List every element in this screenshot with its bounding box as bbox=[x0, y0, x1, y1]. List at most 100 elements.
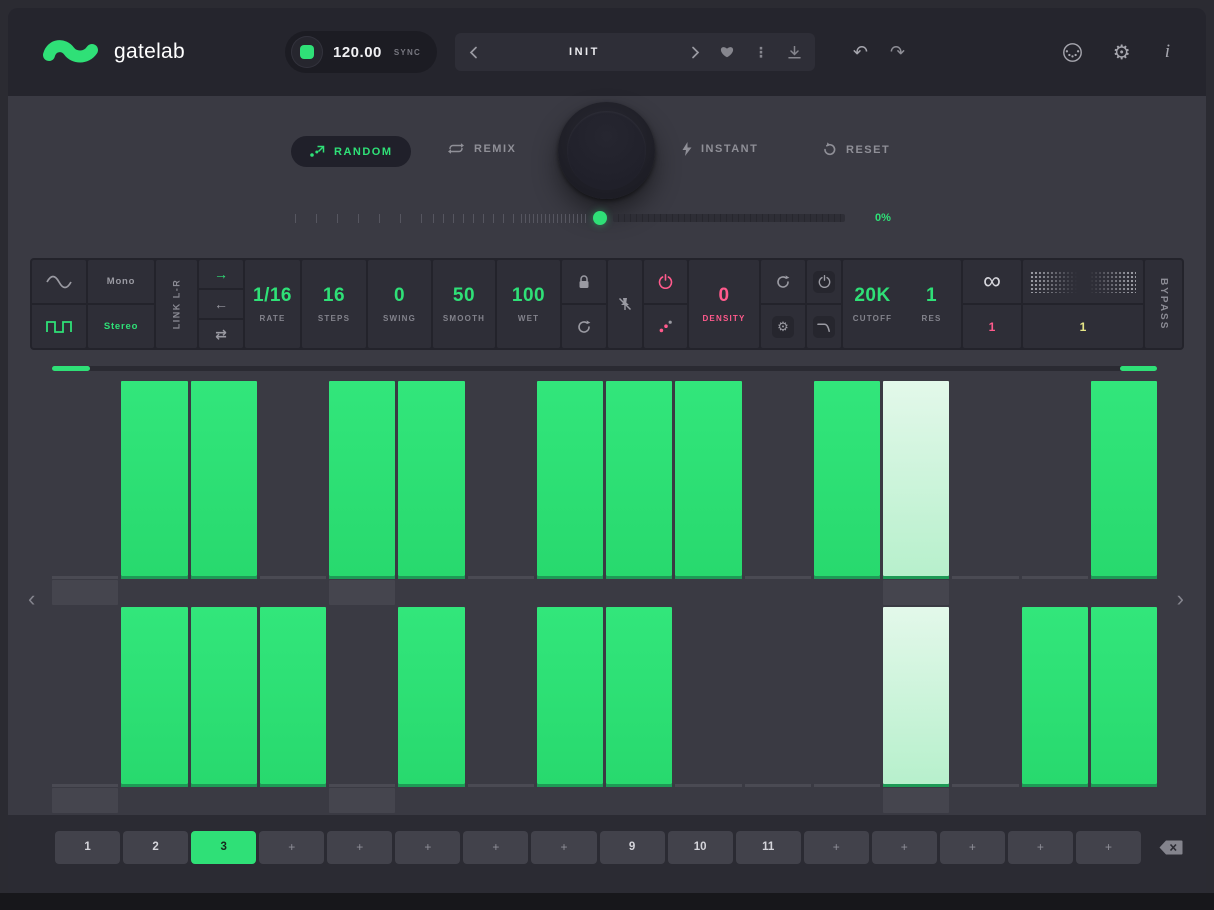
randomizer-knob[interactable] bbox=[558, 102, 655, 199]
seq-step-11[interactable] bbox=[745, 381, 811, 605]
step-handle-zone[interactable] bbox=[1091, 788, 1157, 813]
gate-bar-zone[interactable] bbox=[1022, 607, 1088, 784]
step-handle[interactable] bbox=[883, 580, 949, 605]
gate-bar-zone[interactable] bbox=[398, 381, 464, 576]
gate-bar[interactable] bbox=[675, 381, 741, 576]
step-handle[interactable] bbox=[52, 580, 118, 605]
gate-bar-active[interactable] bbox=[883, 381, 949, 576]
step-handle-zone[interactable] bbox=[814, 788, 880, 813]
gate-bar-zone[interactable] bbox=[52, 381, 118, 576]
midi-settings-button[interactable] bbox=[1062, 42, 1083, 63]
gate-bar[interactable] bbox=[1091, 607, 1157, 784]
seq-step-5[interactable] bbox=[329, 381, 395, 605]
seq-step-5[interactable] bbox=[329, 607, 395, 813]
pattern-slot-3[interactable]: 3 bbox=[191, 831, 256, 864]
step-handle-zone[interactable] bbox=[952, 788, 1018, 813]
seq-step-4[interactable] bbox=[260, 607, 326, 813]
gate-bar-zone[interactable] bbox=[745, 381, 811, 576]
seq-step-14[interactable] bbox=[952, 607, 1018, 813]
pattern-slot-16[interactable]: + bbox=[1076, 831, 1141, 864]
regenerate-button[interactable] bbox=[562, 303, 606, 348]
seq-step-8[interactable] bbox=[537, 607, 603, 813]
seq-step-12[interactable] bbox=[814, 381, 880, 605]
gate-bar[interactable] bbox=[260, 607, 326, 784]
pattern-slot-11[interactable]: 11 bbox=[736, 831, 801, 864]
redo-button[interactable]: ↷ bbox=[890, 43, 905, 61]
loop-count-control[interactable]: 1 bbox=[963, 303, 1021, 348]
gate-bar-zone[interactable] bbox=[329, 381, 395, 576]
gate-bar[interactable] bbox=[191, 381, 257, 576]
gate-bar-zone[interactable] bbox=[952, 607, 1018, 784]
gate-bar-zone[interactable] bbox=[191, 607, 257, 784]
loop-start-marker[interactable] bbox=[52, 366, 90, 371]
gate-bar[interactable] bbox=[398, 381, 464, 576]
seq-step-10[interactable] bbox=[675, 381, 741, 605]
playhead-track[interactable] bbox=[52, 366, 1157, 371]
pattern-slot-5[interactable]: + bbox=[327, 831, 392, 864]
step-handle-zone[interactable] bbox=[329, 580, 395, 605]
seq-step-1[interactable] bbox=[52, 607, 118, 813]
gate-bar-zone[interactable] bbox=[952, 381, 1018, 576]
gate-bar[interactable] bbox=[191, 607, 257, 784]
step-handle-zone[interactable] bbox=[52, 788, 118, 813]
density-settings-button[interactable]: ⚙ bbox=[761, 303, 805, 348]
step-handle[interactable] bbox=[52, 788, 118, 813]
gate-bar[interactable] bbox=[121, 381, 187, 576]
step-handle-zone[interactable] bbox=[537, 580, 603, 605]
preset-prev-button[interactable] bbox=[469, 46, 478, 59]
stereo-button[interactable]: Stereo bbox=[88, 303, 154, 348]
gate-bar-zone[interactable] bbox=[260, 607, 326, 784]
info-button[interactable]: i bbox=[1161, 41, 1174, 63]
seq-step-10[interactable] bbox=[675, 607, 741, 813]
gate-bar-zone[interactable] bbox=[606, 607, 672, 784]
step-handle-zone[interactable] bbox=[260, 788, 326, 813]
random-mode-button[interactable]: RANDOM bbox=[291, 136, 411, 167]
step-handle-zone[interactable] bbox=[745, 580, 811, 605]
seq-step-7[interactable] bbox=[468, 607, 534, 813]
gate-bar-zone[interactable] bbox=[537, 381, 603, 576]
pattern-slot-7[interactable]: + bbox=[463, 831, 528, 864]
gate-bar-zone[interactable] bbox=[814, 607, 880, 784]
pattern-slot-9[interactable]: 9 bbox=[600, 831, 665, 864]
seq-step-1[interactable] bbox=[52, 381, 118, 605]
gate-bar-zone[interactable] bbox=[1022, 381, 1088, 576]
step-handle-zone[interactable] bbox=[1022, 788, 1088, 813]
seq-step-13[interactable] bbox=[883, 381, 949, 605]
swing-control[interactable]: 0 SWING bbox=[368, 260, 431, 348]
step-handle-zone[interactable] bbox=[883, 788, 949, 813]
gate-bar-zone[interactable] bbox=[468, 381, 534, 576]
scroll-left-button[interactable]: ‹ bbox=[28, 588, 35, 610]
mono-button[interactable]: Mono bbox=[88, 260, 154, 303]
preset-menu-button[interactable]: ⋮ bbox=[754, 44, 768, 61]
seq-step-16[interactable] bbox=[1091, 381, 1157, 605]
step-handle-zone[interactable] bbox=[121, 580, 187, 605]
step-handle-zone[interactable] bbox=[398, 580, 464, 605]
step-handle-zone[interactable] bbox=[1091, 580, 1157, 605]
seq-step-6[interactable] bbox=[398, 607, 464, 813]
step-handle-zone[interactable] bbox=[745, 788, 811, 813]
step-handle-zone[interactable] bbox=[675, 788, 741, 813]
seq-step-3[interactable] bbox=[191, 381, 257, 605]
gate-bar-zone[interactable] bbox=[52, 607, 118, 784]
sync-toggle[interactable]: SYNC bbox=[394, 48, 421, 57]
gate-bar[interactable] bbox=[606, 607, 672, 784]
slider-handle[interactable] bbox=[593, 211, 607, 225]
direction-backward-button[interactable]: ← bbox=[199, 288, 243, 318]
step-handle-zone[interactable] bbox=[260, 580, 326, 605]
density-random-button[interactable] bbox=[644, 303, 687, 348]
undo-button[interactable]: ↶ bbox=[853, 43, 868, 61]
scroll-right-button[interactable]: › bbox=[1177, 588, 1184, 610]
step-handle[interactable] bbox=[329, 788, 395, 813]
preset-next-button[interactable] bbox=[691, 46, 700, 59]
wet-control[interactable]: 100 WET bbox=[497, 260, 560, 348]
pattern-slot-15[interactable]: + bbox=[1008, 831, 1073, 864]
step-handle-zone[interactable] bbox=[398, 788, 464, 813]
step-handle-zone[interactable] bbox=[606, 788, 672, 813]
seq-step-14[interactable] bbox=[952, 381, 1018, 605]
gate-bar-zone[interactable] bbox=[329, 607, 395, 784]
step-handle-zone[interactable] bbox=[606, 580, 672, 605]
gate-bar[interactable] bbox=[329, 381, 395, 576]
step-handle-zone[interactable] bbox=[121, 788, 187, 813]
smooth-control[interactable]: 50 SMOOTH bbox=[433, 260, 495, 348]
gate-bar-zone[interactable] bbox=[1091, 381, 1157, 576]
